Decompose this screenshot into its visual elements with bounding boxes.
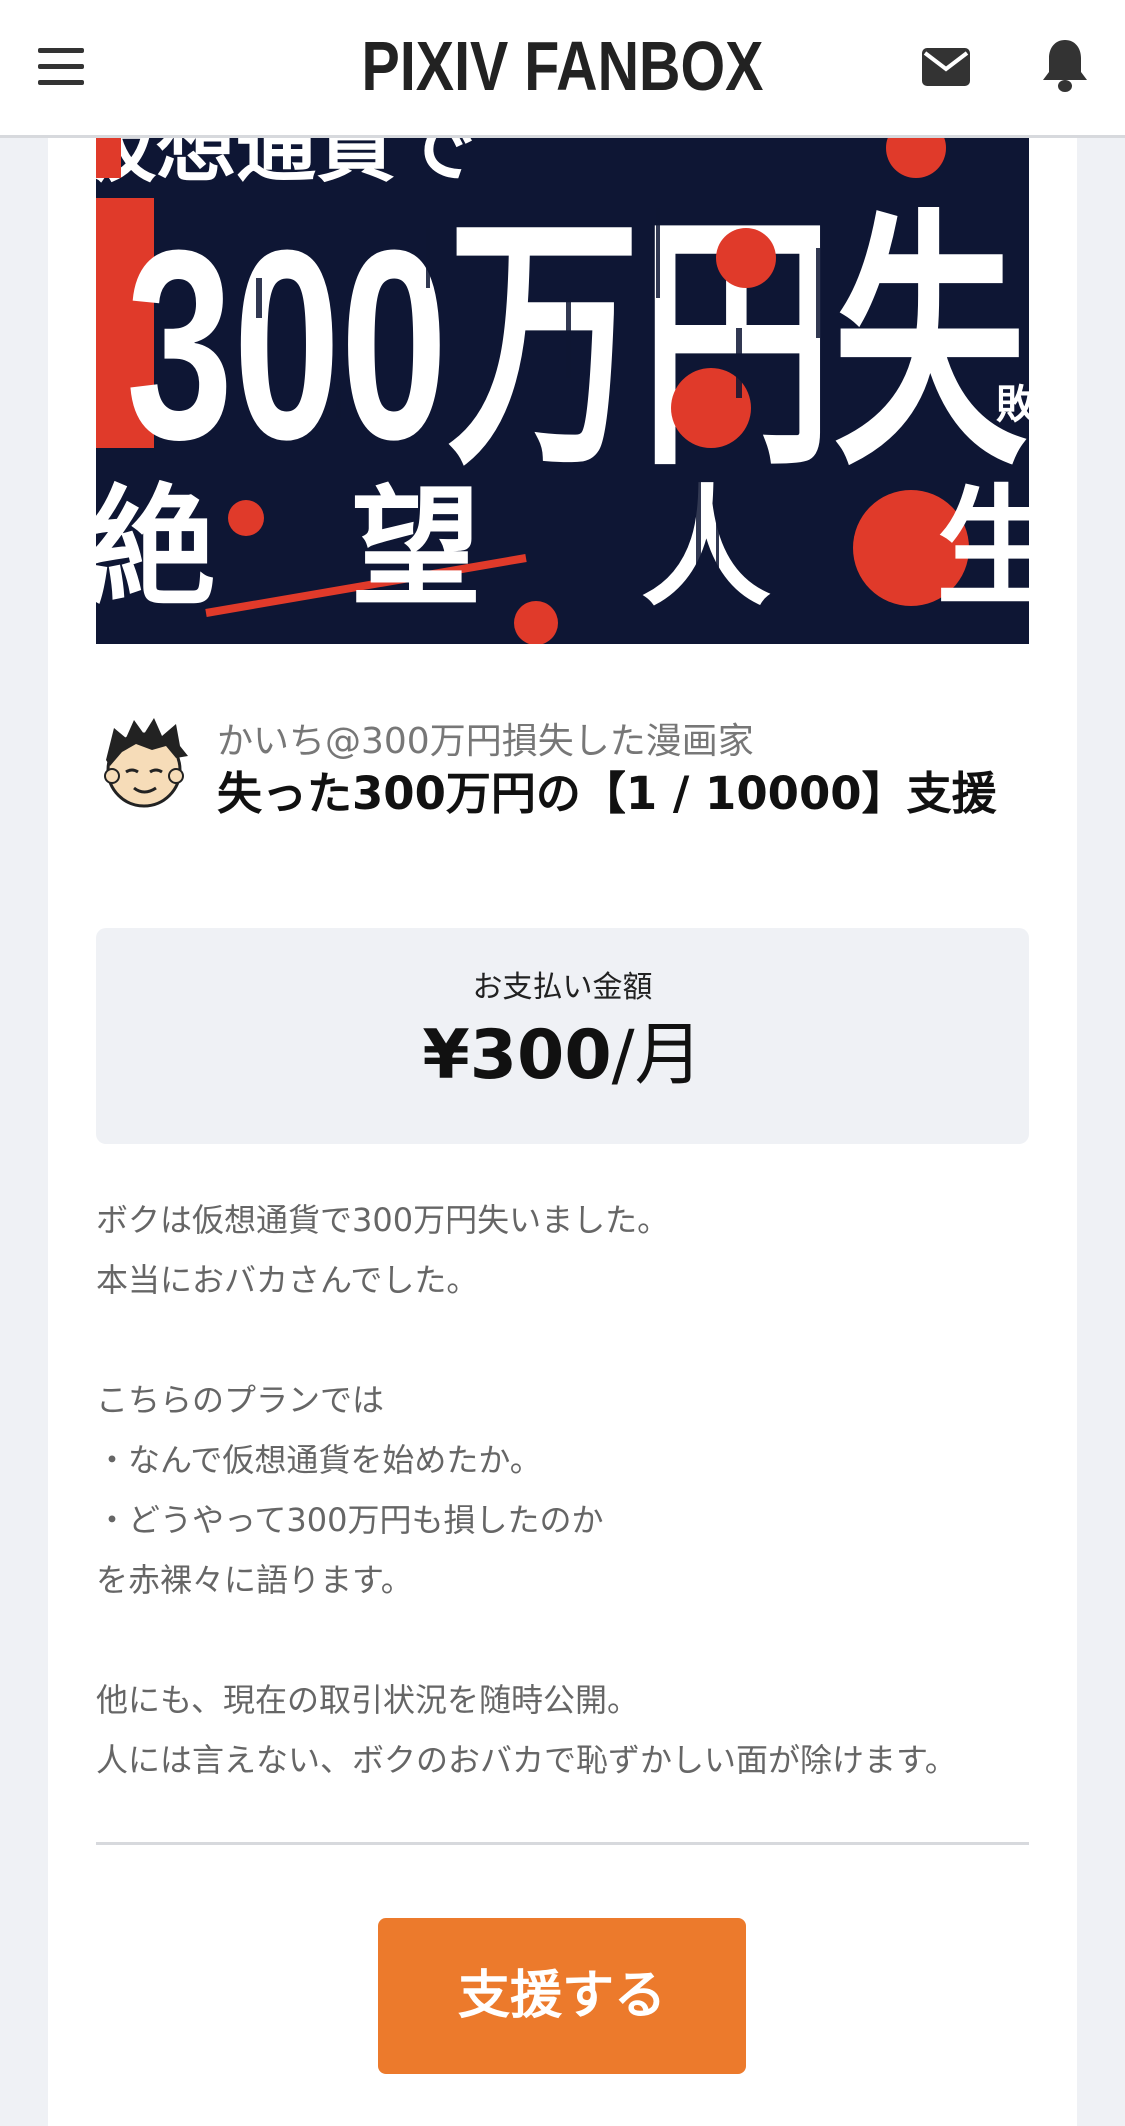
support-button[interactable]: 支援する <box>378 1918 746 2074</box>
banner-word-2: 望 <box>351 472 481 624</box>
bell-icon[interactable] <box>1041 38 1089 94</box>
description-line <box>96 1610 1029 1670</box>
section-divider <box>96 1842 1029 1845</box>
plan-banner-image: 仮想通貨で 300万円失 敗の 絶 望 人 生 <box>96 138 1029 644</box>
hamburger-menu-icon[interactable] <box>38 48 84 86</box>
description-line: 人には言えない、ボクのおバカで恥ずかしい面が除けます。 <box>96 1741 957 1779</box>
banner-main-text: 300万円失 <box>126 195 1029 496</box>
description-line: 本当におバカさんでした。 <box>96 1261 479 1299</box>
banner-word-4: 生 <box>936 472 1029 624</box>
banner-word-1: 絶 <box>96 472 216 624</box>
description-line <box>96 1310 1029 1370</box>
banner-top-text: 仮想通貨で <box>96 138 476 193</box>
creator-name[interactable]: かいち@300万円損失した漫画家 <box>217 712 754 764</box>
envelope-icon[interactable] <box>922 48 970 86</box>
banner-word-3: 人 <box>641 472 771 624</box>
plan-card: 仮想通貨で 300万円失 敗の 絶 望 人 生 <box>48 138 1077 2126</box>
brand-logo[interactable]: PIXIV FANBOX <box>101 26 1024 106</box>
creator-section: かいち@300万円損失した漫画家 失った300万円の【1 / 10000】支援 <box>96 716 1029 906</box>
price-value: ¥300/月 <box>96 1016 1029 1096</box>
price-label: お支払い金額 <box>472 970 653 1005</box>
price-box: お支払い金額 ¥300/月 <box>96 928 1029 1144</box>
description-line: ボクは仮想通貨で300万円失いました。 <box>96 1201 670 1239</box>
description-line: ・なんで仮想通貨を始めたか。 <box>96 1441 542 1479</box>
creator-avatar[interactable] <box>96 716 192 812</box>
banner-side-text: 敗の <box>996 382 1029 428</box>
plan-description: ボクは仮想通貨で300万円失いました。 本当におバカさんでした。 こちらのプラン… <box>96 1190 1029 1790</box>
price-amount: ¥300 <box>422 1016 612 1095</box>
price-unit: /月 <box>611 1016 703 1095</box>
description-line: ・どうやって300万円も損したのか <box>96 1501 604 1539</box>
banner-artwork: 仮想通貨で 300万円失 敗の 絶 望 人 生 <box>96 138 1029 644</box>
top-navigation-bar: PIXIV FANBOX <box>0 0 1125 138</box>
description-line: 他にも、現在の取引状況を随時公開。 <box>96 1681 640 1719</box>
plan-title: 失った300万円の【1 / 10000】支援 <box>217 767 997 820</box>
description-line: こちらのプランでは <box>96 1381 385 1419</box>
description-line: を赤裸々に語ります。 <box>96 1561 413 1599</box>
